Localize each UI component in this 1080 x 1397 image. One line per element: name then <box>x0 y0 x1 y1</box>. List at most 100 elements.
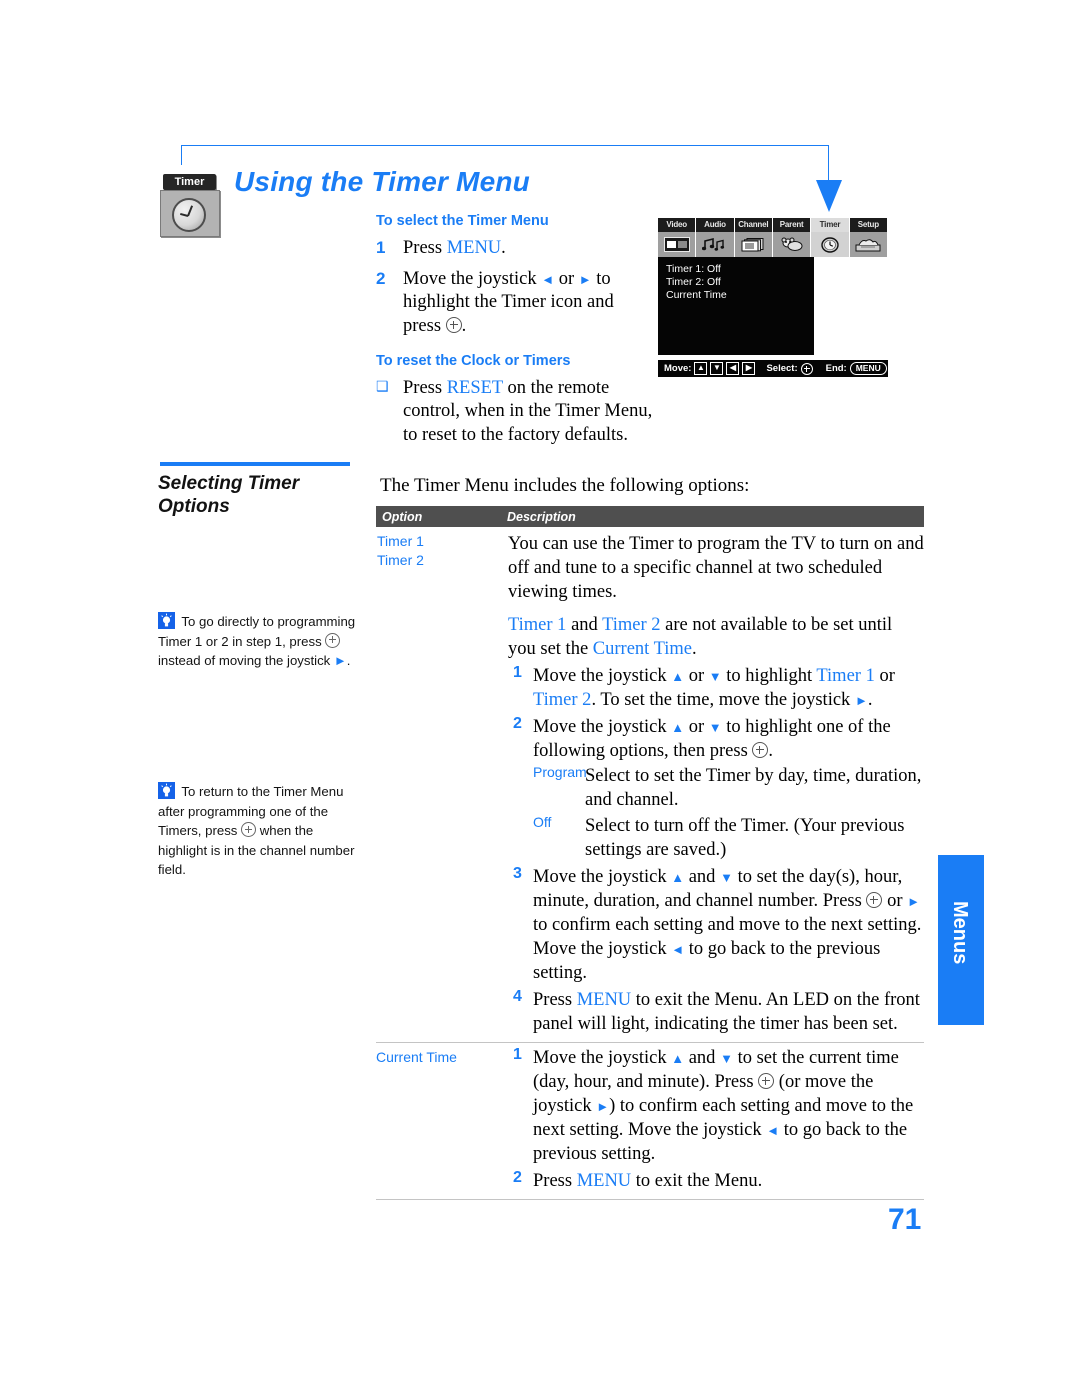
numbered-step: 4 Press MENU to exit the Menu. An LED on… <box>507 988 924 1036</box>
tv-menu-footer: Move: ▲ ▼ ◀ ▶ Select: End: MENU <box>658 360 888 377</box>
table-divider-bottom <box>376 1199 924 1201</box>
left-key-icon: ◀ <box>726 362 740 375</box>
right-arrow-icon: ► <box>596 1099 610 1115</box>
instruction-step: 2 Move the joystick ◄ or ► to highlight … <box>376 268 656 339</box>
option-timer-2: Timer 2 <box>377 551 424 568</box>
manual-page: Timer Using the Timer Menu To select the… <box>0 0 1080 1397</box>
enter-button-icon <box>445 317 462 334</box>
up-arrow-icon: ▲ <box>671 1050 685 1066</box>
timer-badge-label: Timer <box>163 174 216 190</box>
step-text: Move the joystick ▲ or ▼ to highlight Ti… <box>533 666 895 711</box>
numbered-step: 2 Press MENU to exit the Menu. <box>507 1169 924 1193</box>
kw-menu: MENU <box>576 1171 632 1192</box>
enter-button-icon <box>866 891 883 908</box>
row-description: You can use the Timer to program the TV … <box>508 532 924 661</box>
down-arrow-icon: ▼ <box>708 720 722 736</box>
section-heading-line1: Selecting Timer <box>158 473 300 494</box>
row-steps: 1 Move the joystick ▲ and ▼ to set the c… <box>507 1043 924 1193</box>
step-text: Move the joystick ▲ and ▼ to set the day… <box>533 866 922 983</box>
step-number: 1 <box>513 1045 522 1063</box>
column-header-option: Option <box>382 509 423 524</box>
bullet-icon: ❑ <box>376 379 389 395</box>
tv-tab-parent: Parent <box>772 218 812 232</box>
right-arrow-icon: ► <box>333 653 347 669</box>
description-paragraph: You can use the Timer to program the TV … <box>508 534 924 603</box>
select-timer-heading: To select the Timer Menu <box>376 213 549 229</box>
sub-option: Program Select to set the Timer by day, … <box>507 764 924 812</box>
down-arrow-icon: ▼ <box>708 669 722 685</box>
sub-option-text: Select to turn off the Timer. (Your prev… <box>585 815 905 860</box>
numbered-step: 2 Move the joystick ▲ or ▼ to highlight … <box>507 715 924 763</box>
tv-menu-iconbar <box>658 232 888 257</box>
tv-menu-screenshot: Video Audio Channel Parent Timer Setup T… <box>658 218 888 381</box>
tv-screen-line: Timer 1: Off <box>666 263 721 275</box>
option-timer-1: Timer 1 <box>377 533 424 549</box>
channel-icon <box>734 232 773 257</box>
menu-keyword: MENU <box>446 238 502 258</box>
timer-badge-box <box>160 190 220 237</box>
page-title: Using the Timer Menu <box>234 166 530 197</box>
table-row-continuation: 1 Move the joystick ▲ or ▼ to highlight … <box>376 661 924 1036</box>
tv-menu-tabbar: Video Audio Channel Parent Timer Setup <box>658 218 888 232</box>
kw-timer-2: Timer 2 <box>533 690 592 711</box>
left-arrow-icon: ◄ <box>671 941 685 957</box>
instruction-bullet: ❑ Press RESET on the remote control, whe… <box>376 377 656 448</box>
timer-menu-badge: Timer <box>160 174 220 237</box>
section-heading: Selecting Timer Options <box>158 472 358 518</box>
up-arrow-icon: ▲ <box>671 869 685 885</box>
enter-button-icon <box>241 822 257 838</box>
tv-menu-screen: Timer 1: Off Timer 2: Off Current Time <box>658 257 814 355</box>
page-number: 71 <box>888 1203 922 1236</box>
right-key-icon: ▶ <box>742 362 756 375</box>
up-key-icon: ▲ <box>694 362 708 375</box>
right-arrow-icon: ► <box>578 271 592 287</box>
tv-tab-audio: Audio <box>696 218 735 232</box>
tv-tab-timer: Timer <box>811 218 850 232</box>
tv-screen-line: Timer 2: Off <box>666 276 721 288</box>
callout-line-start <box>181 145 182 165</box>
step-text: Move the joystick ▲ and ▼ to set the cur… <box>533 1047 914 1165</box>
side-tab-label: Menus <box>949 901 971 965</box>
reset-text: Press RESET on the remote control, when … <box>403 377 653 446</box>
up-arrow-icon: ▲ <box>671 720 685 736</box>
reset-keyword: RESET <box>446 377 503 398</box>
table-row: Timer 1 Timer 2 You can use the Timer to… <box>376 527 924 661</box>
numbered-step: 1 Move the joystick ▲ and ▼ to set the c… <box>507 1046 924 1166</box>
instruction-step: 1 Press MENU. <box>376 237 656 261</box>
left-arrow-icon: ◄ <box>541 271 555 287</box>
tip-note: To go directly to programming Timer 1 or… <box>158 612 356 669</box>
down-arrow-icon: ▼ <box>720 869 733 885</box>
kw-current-time: Current Time <box>592 639 692 660</box>
kw-timer-1: Timer 1 <box>508 615 567 636</box>
step-text: Press MENU to exit the Menu. An LED on t… <box>533 989 920 1034</box>
description-note: Timer 1 and Timer 2 are not available to… <box>508 615 893 660</box>
table-intro: The Timer Menu includes the following op… <box>380 475 750 496</box>
table-header-row: Option Description <box>376 506 924 527</box>
timer-icon <box>811 232 850 257</box>
left-arrow-icon: ◄ <box>766 1123 780 1139</box>
clock-icon <box>172 198 206 232</box>
right-arrow-icon: ► <box>854 693 868 709</box>
sub-option-label-off: Off <box>533 813 552 830</box>
step-text: Move the joystick ▲ or ▼ to highlight on… <box>533 717 891 762</box>
menu-button-icon: MENU <box>849 362 887 375</box>
tv-tab-video: Video <box>658 218 697 232</box>
step-number: 4 <box>513 987 522 1005</box>
step-number: 1 <box>513 664 522 682</box>
column-header-description: Description <box>507 509 576 524</box>
enter-button-icon <box>325 632 341 648</box>
section-rule <box>160 462 350 466</box>
video-icon <box>658 232 697 257</box>
setup-icon <box>849 232 888 257</box>
step-text: Move the joystick ◄ or ► to highlight th… <box>403 268 614 337</box>
step-number: 1 <box>376 238 386 257</box>
instructions-column: To select the Timer Menu 1 Press MENU. 2… <box>376 213 656 455</box>
step-number: 2 <box>376 268 386 288</box>
tv-select-label: Select: <box>766 363 798 374</box>
audio-icon <box>696 232 735 257</box>
tv-move-label: Move: <box>664 363 692 374</box>
reset-heading: To reset the Clock or Timers <box>376 352 571 369</box>
kw-timer-2: Timer 2 <box>602 615 661 636</box>
section-heading-line2: Options <box>158 496 230 518</box>
down-arrow-icon: ▼ <box>720 1050 733 1066</box>
